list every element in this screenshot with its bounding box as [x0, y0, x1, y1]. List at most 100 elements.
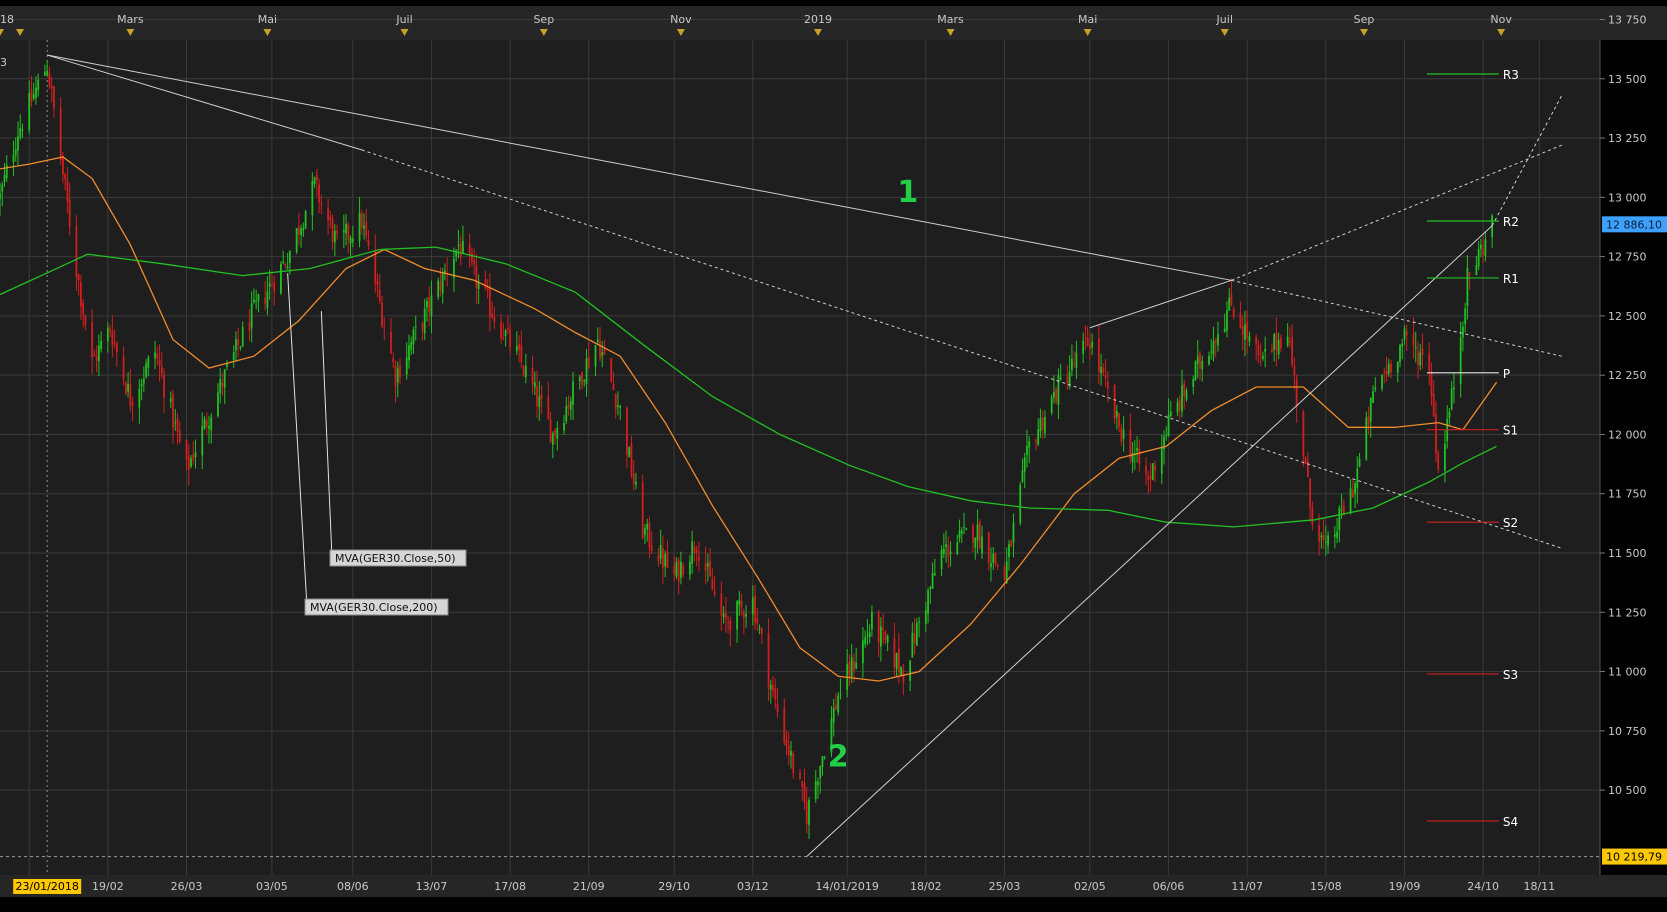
- candle-body: [864, 636, 867, 645]
- bottom-axis-label: 29/10: [658, 880, 690, 893]
- candle-body: [158, 359, 161, 367]
- candle-body: [396, 368, 399, 383]
- candle-body: [178, 430, 181, 443]
- candle-body: [554, 429, 556, 436]
- candle-body: [1071, 358, 1073, 371]
- candle-body: [1241, 326, 1244, 336]
- candle-body: [84, 314, 87, 326]
- bottom-axis-label: 14/01/2019: [815, 880, 878, 893]
- candle-body: [124, 382, 127, 394]
- candle-body: [1021, 470, 1024, 482]
- candle-body: [1453, 387, 1455, 390]
- candle-body: [468, 244, 471, 255]
- candle-body: [192, 454, 195, 461]
- top-axis-label: 2018: [0, 13, 14, 26]
- candle-body: [673, 564, 676, 575]
- candle-body: [1178, 399, 1181, 410]
- pivot-label: S4: [1503, 815, 1518, 829]
- candle-body: [59, 108, 62, 160]
- candle-body: [601, 352, 604, 357]
- top-axis-label: Mars: [117, 13, 144, 26]
- candle-body: [691, 541, 694, 564]
- candle-body: [612, 384, 615, 391]
- candle-body: [927, 590, 929, 614]
- candle-body: [1210, 351, 1213, 353]
- candle-body: [929, 587, 932, 589]
- candle-body: [772, 684, 774, 691]
- candle-body: [394, 365, 397, 387]
- candle-body: [374, 250, 377, 285]
- candle-body: [745, 613, 747, 617]
- candle-body: [1028, 441, 1031, 448]
- candle-body: [169, 398, 172, 402]
- candle-body: [884, 631, 887, 640]
- candle-body: [504, 330, 507, 336]
- candle-body: [1039, 418, 1042, 432]
- candle-body: [515, 346, 518, 352]
- candle-body: [1230, 294, 1233, 306]
- candle-body: [1333, 534, 1336, 537]
- candle-body: [603, 348, 606, 355]
- candle-body: [594, 345, 597, 367]
- candle-body: [1295, 379, 1298, 408]
- candle-body: [313, 177, 316, 184]
- candle-body: [360, 213, 363, 229]
- candle-body: [383, 326, 386, 328]
- last-price-label: 12 886,10: [1606, 218, 1662, 231]
- candle-body: [471, 253, 473, 262]
- candle-body: [524, 365, 527, 378]
- candle-body: [821, 756, 824, 768]
- price-tick-label: 12 500: [1608, 310, 1647, 323]
- candle-body: [203, 418, 206, 429]
- top-axis-band: [0, 6, 1667, 40]
- candle-body: [549, 419, 552, 443]
- candle-body: [871, 612, 873, 630]
- candle-body: [1381, 375, 1383, 389]
- candle-body: [1464, 308, 1467, 325]
- candle-body: [1208, 355, 1210, 365]
- candle-body: [1340, 509, 1343, 511]
- candle-body: [320, 202, 323, 204]
- price-tick-label: 13 000: [1608, 191, 1647, 204]
- candle-body: [1435, 414, 1437, 454]
- candlestick-chart[interactable]: 2018 Mars Mai Juil Sep Nov 2019 Mars Mai Juil Sep N…: [0, 0, 1667, 908]
- candle-body: [221, 382, 224, 387]
- candle-body: [279, 263, 282, 294]
- price-tick-label: 10 750: [1608, 725, 1647, 738]
- candle-body: [635, 481, 637, 485]
- candle-body: [522, 366, 525, 376]
- candle-body: [583, 379, 586, 382]
- price-tick-label: 11 500: [1608, 547, 1647, 560]
- price-tick-label: 11 750: [1608, 488, 1647, 501]
- candle-body: [381, 302, 383, 327]
- candle-body: [100, 340, 103, 349]
- candle-body: [286, 266, 289, 269]
- candle-body: [805, 801, 808, 824]
- bottom-axis-label: 17/08: [494, 880, 526, 893]
- candle-body: [1160, 446, 1163, 474]
- candle-body: [1212, 341, 1215, 356]
- candle-body: [711, 578, 714, 590]
- price-tick-label: 12 250: [1608, 369, 1647, 382]
- candle-body: [62, 155, 64, 175]
- candle-body: [1428, 353, 1431, 372]
- candle-body: [1008, 544, 1010, 557]
- candle-body: [318, 184, 321, 203]
- candle-body: [1414, 346, 1417, 349]
- candle-body: [760, 628, 763, 635]
- candle-body: [727, 622, 729, 624]
- candle-body: [160, 366, 163, 374]
- candle-body: [679, 561, 682, 578]
- candle-body: [900, 667, 903, 676]
- candle-body: [68, 199, 71, 228]
- candle-body: [799, 772, 801, 780]
- candle-body: [1118, 413, 1121, 428]
- candle-body: [1385, 370, 1388, 375]
- candle-body: [367, 240, 370, 246]
- candle-body: [185, 439, 188, 460]
- candle-body: [738, 599, 741, 606]
- candle-body: [913, 633, 916, 644]
- candle-body: [1075, 352, 1078, 369]
- candle-body: [295, 228, 298, 252]
- candle-body: [814, 781, 817, 799]
